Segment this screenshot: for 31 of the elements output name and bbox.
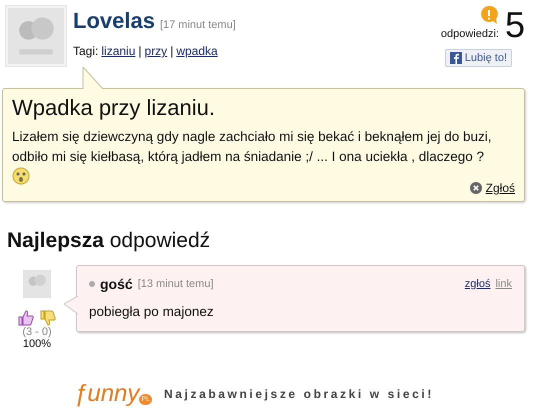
tags-label: Tagi: bbox=[73, 44, 98, 58]
vote-percent: 100% bbox=[22, 338, 52, 350]
status-dot-icon bbox=[89, 281, 95, 287]
tag-separator: | bbox=[170, 44, 174, 58]
answer-text: pobiegła po majonez bbox=[89, 304, 215, 319]
author-name[interactable]: Lovelas bbox=[73, 8, 155, 34]
site-tagline: Najzabawniejsze obrazki w sieci! bbox=[164, 387, 434, 401]
avatar-icon bbox=[23, 270, 51, 298]
question-bubble-icon bbox=[478, 5, 499, 25]
tag-link[interactable]: wpadka bbox=[176, 44, 218, 58]
facebook-icon bbox=[450, 52, 462, 64]
post-time: [17 minut temu] bbox=[160, 19, 236, 31]
crying-face-icon bbox=[12, 167, 30, 185]
close-icon bbox=[470, 182, 482, 194]
report-link[interactable]: zgłoś bbox=[464, 278, 490, 290]
answers-label: odpowiedzi: bbox=[440, 28, 499, 40]
section-heading: Najlepsza odpowiedź bbox=[7, 229, 212, 253]
report-link[interactable]: Zgłoś bbox=[486, 181, 515, 195]
tag-link[interactable]: lizaniu bbox=[101, 44, 136, 58]
answers-count: 5 bbox=[504, 7, 525, 43]
thumbs-up-icon[interactable] bbox=[18, 310, 34, 326]
question-title: Wpadka przy lizaniu. bbox=[12, 95, 216, 121]
vote-count: (3 - 0) bbox=[22, 326, 52, 338]
like-button[interactable]: Lubię to! bbox=[444, 49, 512, 67]
answer-author: gość bbox=[100, 276, 133, 292]
question-text: Lizałem się dziewczyną gdy nagle zachciało mi się bekać i beknąłem jej do buzi, odbiło mi się kiełbasą, którą jadłem na śniadanie ;/ ... I ona uciekła , dlaczego ? bbox=[12, 128, 492, 166]
thumbs-down-icon[interactable] bbox=[40, 310, 56, 326]
tag-separator: | bbox=[138, 44, 142, 58]
avatar-icon bbox=[5, 5, 67, 67]
answer-time: [13 minut temu] bbox=[138, 278, 214, 290]
tag-link[interactable]: przy bbox=[144, 44, 168, 58]
